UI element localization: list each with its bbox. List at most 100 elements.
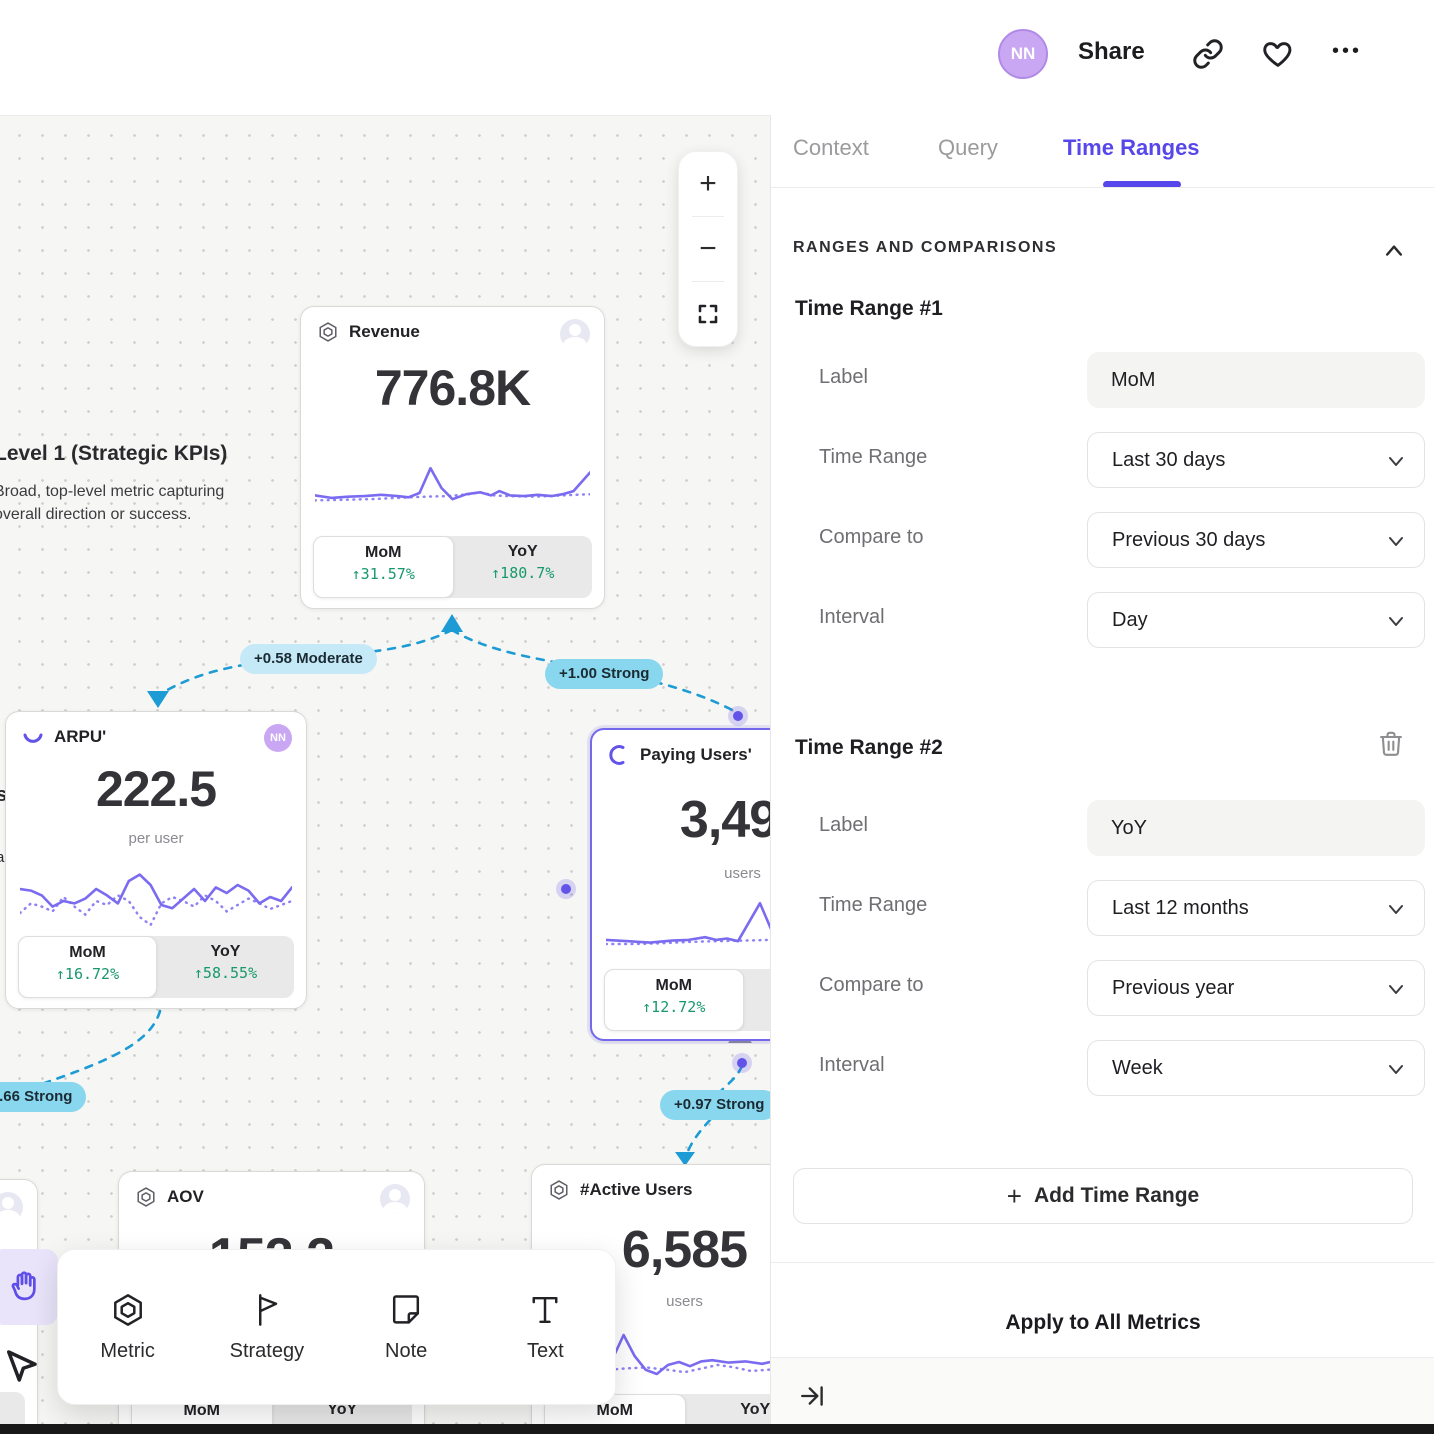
label-input[interactable] xyxy=(1087,352,1425,408)
card-title: Revenue xyxy=(349,322,420,342)
interval-select[interactable]: Day xyxy=(1087,592,1425,648)
link-icon[interactable] xyxy=(1192,38,1224,70)
owner-avatar xyxy=(380,1184,410,1214)
sparkline-chart xyxy=(315,457,590,519)
add-time-range-button[interactable]: + Add Time Range xyxy=(793,1168,1413,1224)
metric-card-revenue[interactable]: Revenue 776.8K MoM ↑31.57% YoY ↑180.7% xyxy=(300,306,605,609)
range-toggle: MoM ↑16.72% YoY ↑58.55% xyxy=(18,936,294,998)
favorite-heart-icon[interactable] xyxy=(1262,38,1294,70)
note-title: Level 1 (Strategic KPIs) xyxy=(0,442,227,466)
chevron-down-icon xyxy=(1388,454,1404,468)
field-label: Label xyxy=(819,814,868,837)
chevron-down-icon xyxy=(1388,982,1404,996)
loading-arc-icon xyxy=(608,744,630,766)
tab-context[interactable]: Context xyxy=(793,135,869,161)
window-bottom-edge xyxy=(0,1424,1434,1434)
clipped-text-fragment: a xyxy=(0,849,4,866)
field-label: Compare to xyxy=(819,526,924,549)
card-title: AOV xyxy=(167,1187,204,1207)
card-title: Paying Users' xyxy=(640,745,752,765)
compare-to-select[interactable]: Previous 30 days xyxy=(1087,512,1425,568)
segment-yoy[interactable]: YoY xyxy=(744,969,771,1031)
plus-icon: + xyxy=(1007,1181,1022,1212)
arrowhead-up xyxy=(441,614,463,632)
field-label: Interval xyxy=(819,606,885,629)
top-header: NN Share ••• xyxy=(0,0,1434,115)
more-menu-icon[interactable]: ••• xyxy=(1332,40,1362,63)
segment-mom[interactable]: MoM ↑12.72% xyxy=(604,969,744,1031)
metric-unit: per user xyxy=(6,830,306,847)
field-label: Label xyxy=(819,366,868,389)
segment-yoy[interactable]: YoY ↑58.55% xyxy=(157,936,294,998)
metric-value: 776.8K xyxy=(301,359,604,417)
tab-query[interactable]: Query xyxy=(938,135,998,161)
segment-yoy[interactable]: YoY ↑180.7% xyxy=(454,536,593,598)
metric-value: 3,495 xyxy=(592,790,770,850)
correlation-badge: +0.66 Strong xyxy=(0,1082,86,1112)
metric-value: 222.5 xyxy=(6,760,306,818)
metric-card-arpu[interactable]: ARPU' NN 222.5 per user MoM ↑16.72% YoY … xyxy=(5,711,307,1009)
section-header: RANGES AND COMPARISONS xyxy=(793,239,1057,257)
range-toggle: MoM ↑12.72% YoY xyxy=(604,969,770,1031)
correlation-badge: +1.00 Strong xyxy=(545,659,663,689)
zoom-in-button[interactable]: + xyxy=(679,152,737,216)
toolbar-metric-button[interactable]: Metric xyxy=(58,1250,197,1404)
fit-to-screen-button[interactable] xyxy=(679,282,737,346)
hand-icon xyxy=(6,1268,44,1306)
range-toggle: MoM ↑31.57% YoY ↑180.7% xyxy=(313,536,592,598)
tab-time-ranges[interactable]: Time Ranges xyxy=(1063,135,1200,161)
collapse-panel-icon[interactable] xyxy=(799,1382,827,1410)
connection-handle[interactable] xyxy=(737,1058,747,1068)
panel-footer xyxy=(771,1357,1434,1434)
toolbar-note-button[interactable]: Note xyxy=(337,1250,476,1404)
correlation-badge: +0.97 Strong xyxy=(660,1090,770,1120)
owner-avatar xyxy=(560,319,590,349)
apply-to-all-metrics-button[interactable]: Apply to All Metrics xyxy=(771,1311,1434,1335)
chevron-down-icon xyxy=(1388,1062,1404,1076)
toolbar-text-button[interactable]: Text xyxy=(476,1250,615,1404)
canvas-toolbar: Metric Strategy Note xyxy=(57,1249,616,1405)
time-range-select[interactable]: Last 30 days xyxy=(1087,432,1425,488)
metric-card-paying-users[interactable]: Paying Users' 3,495 users MoM ↑12.72% Yo… xyxy=(590,728,770,1041)
collapse-section-chevron-up-icon[interactable] xyxy=(1385,243,1403,257)
compare-to-select[interactable]: Previous year xyxy=(1087,960,1425,1016)
field-label: Time Range xyxy=(819,446,927,469)
correlation-badge: +0.58 Moderate xyxy=(240,644,377,674)
divider xyxy=(771,1262,1434,1263)
time-range-2-title: Time Range #2 xyxy=(795,736,943,760)
delete-trash-icon[interactable] xyxy=(1377,730,1405,758)
toolbar-strategy-button[interactable]: Strategy xyxy=(197,1250,336,1404)
metric-hexagon-icon xyxy=(110,1292,146,1328)
segment-mom[interactable]: MoM ↑31.57% xyxy=(313,536,454,598)
owner-avatar: NN xyxy=(264,724,292,752)
fullscreen-icon xyxy=(696,302,720,326)
label-input[interactable] xyxy=(1087,800,1425,856)
connection-handle[interactable] xyxy=(561,884,571,894)
metric-tree-canvas[interactable]: +0.58 Moderate +1.00 Strong +0.66 Strong… xyxy=(0,115,770,1434)
text-icon xyxy=(527,1292,563,1328)
metric-unit: users xyxy=(592,865,770,882)
share-button[interactable]: Share xyxy=(1078,38,1145,66)
time-range-select[interactable]: Last 12 months xyxy=(1087,880,1425,936)
avatar[interactable]: NN xyxy=(998,29,1048,79)
chevron-down-icon xyxy=(1388,902,1404,916)
segment-mom[interactable]: MoM ↑16.72% xyxy=(18,936,157,998)
metric-hexagon-icon xyxy=(317,321,339,343)
field-label: Interval xyxy=(819,1054,885,1077)
connection-handle[interactable] xyxy=(733,711,743,721)
hand-tool-button[interactable] xyxy=(0,1249,58,1325)
metric-hexagon-icon xyxy=(135,1186,157,1208)
card-title: #Active Users xyxy=(580,1180,692,1200)
card-title: ARPU' xyxy=(54,727,106,747)
field-label: Compare to xyxy=(819,974,924,997)
select-tool-button[interactable] xyxy=(0,1328,56,1404)
chevron-down-icon xyxy=(1388,534,1404,548)
field-label: Time Range xyxy=(819,894,927,917)
zoom-out-button[interactable]: − xyxy=(679,217,737,281)
sparkline-chart xyxy=(20,857,292,937)
cursor-icon xyxy=(0,1345,42,1387)
loading-arc-icon xyxy=(22,726,44,748)
metric-hexagon-icon xyxy=(548,1179,570,1201)
interval-select[interactable]: Week xyxy=(1087,1040,1425,1096)
time-range-1-title: Time Range #1 xyxy=(795,297,943,321)
